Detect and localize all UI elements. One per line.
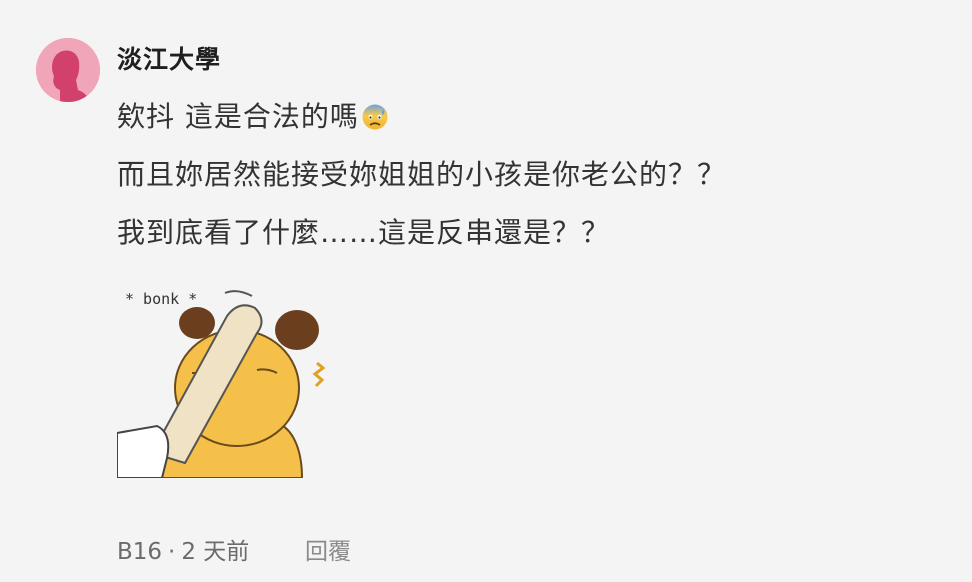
comment-line-1-text: 欸抖 這是合法的嗎: [117, 100, 359, 133]
floor-number: B16: [117, 539, 163, 565]
comment-meta: B16 · 2 天前: [117, 532, 249, 566]
user-avatar[interactable]: [36, 38, 100, 102]
author-name[interactable]: 淡江大學: [117, 40, 221, 76]
meta-separator: ·: [168, 539, 176, 565]
female-silhouette-icon: [36, 38, 100, 102]
comment-card: 淡江大學 欸抖 這是合法的嗎 而且妳居然能接受妳姐姐的小孩是你老公的？？ 我到底…: [0, 0, 972, 582]
comment-line-3: 我到底看了什麼……這是反串還是？？: [117, 216, 611, 249]
bear-bonk-illustration: * bonk *: [116, 290, 326, 479]
sticker-caption: * bonk *: [125, 290, 197, 308]
reply-button[interactable]: 回覆: [305, 532, 351, 566]
post-time: 2 天前: [181, 539, 250, 565]
anxious-face-with-sweat-icon: [362, 104, 388, 130]
comment-line-2: 而且妳居然能接受妳姐姐的小孩是你老公的？？: [117, 158, 727, 191]
bonk-sticker[interactable]: * bonk *: [116, 278, 332, 479]
comment-line-1: 欸抖 這是合法的嗎: [117, 95, 389, 135]
